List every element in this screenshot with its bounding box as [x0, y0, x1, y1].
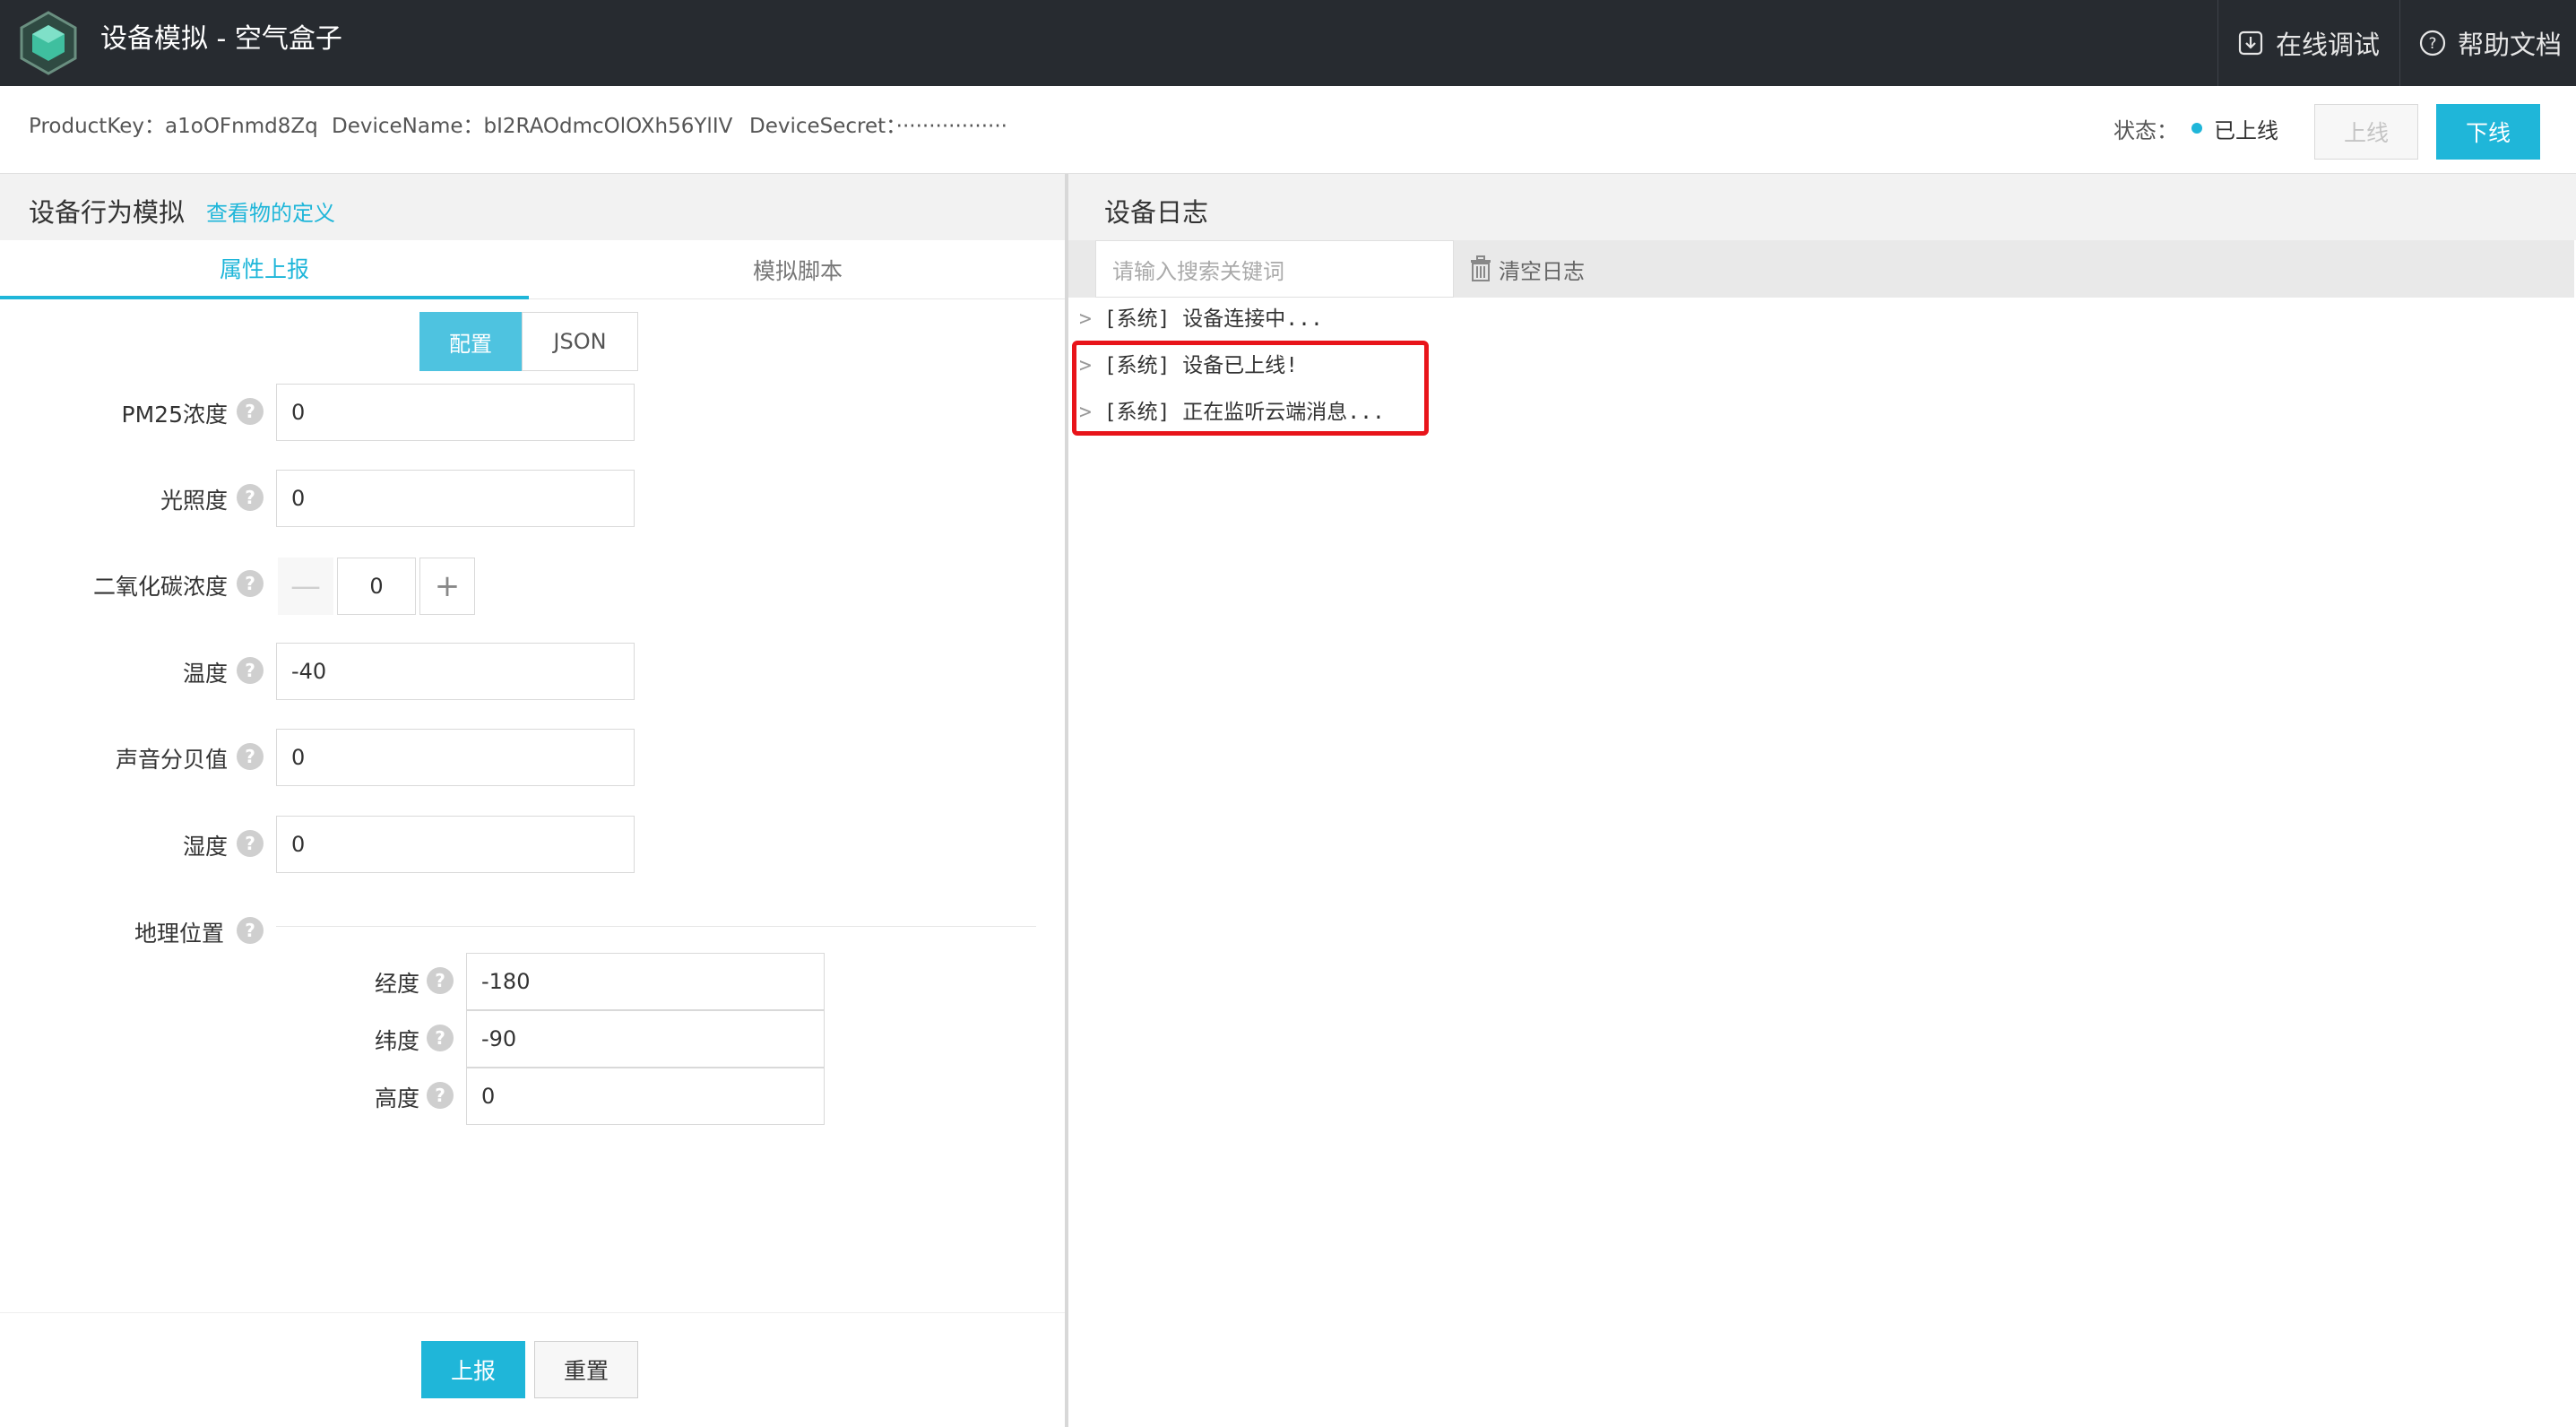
expand-caret-icon[interactable]: >	[1079, 307, 1092, 331]
sound-db-input[interactable]: 0	[276, 729, 635, 786]
trash-icon	[1471, 255, 1491, 281]
co2-stepper-value[interactable]: 0	[337, 558, 416, 615]
latitude-label: 纬度	[374, 1028, 419, 1054]
top-bar: 设备模拟 - 空气盒子 在线调试 ? 帮助文档	[0, 0, 2576, 86]
altitude-input[interactable]: 0	[466, 1068, 825, 1125]
log-line: > [系统] 设备连接中...	[1079, 305, 1323, 333]
geo-location-label: 地理位置	[134, 921, 224, 947]
help-icon[interactable]: ?	[237, 657, 264, 684]
log-header: 设备日志	[1068, 174, 2576, 240]
download-icon	[2238, 30, 2263, 56]
clear-log-button[interactable]: 清空日志	[1468, 240, 1585, 298]
panel-title: 设备行为模拟	[29, 197, 186, 228]
device-name: DeviceName：bI2RAOdmcOlOXh56YlIV	[332, 115, 733, 138]
pm25-input[interactable]: 0	[276, 384, 635, 441]
temperature-label: 温度	[182, 661, 228, 687]
help-icon[interactable]: ?	[427, 1082, 454, 1109]
view-definition-link[interactable]: 查看物的定义	[206, 195, 335, 227]
config-mode-button[interactable]: 配置	[419, 312, 522, 371]
temperature-input[interactable]: -40	[276, 643, 635, 700]
log-title: 设备日志	[1104, 197, 1209, 228]
help-icon[interactable]: ?	[237, 570, 264, 597]
online-debug-label: 在线调试	[2276, 30, 2381, 60]
help-icon[interactable]: ?	[237, 398, 264, 425]
help-circle-icon: ?	[2419, 30, 2446, 56]
help-icon[interactable]: ?	[237, 484, 264, 511]
status-label: 状态：	[2114, 118, 2178, 143]
co2-label: 二氧化碳浓度	[92, 574, 228, 600]
longitude-input[interactable]: -180	[466, 953, 825, 1010]
json-mode-button[interactable]: JSON	[522, 312, 638, 371]
humidity-input[interactable]: 0	[276, 816, 635, 873]
log-search-input[interactable]: 请输入搜索关键词	[1095, 240, 1454, 298]
reset-button[interactable]: 重置	[534, 1341, 638, 1398]
longitude-label: 经度	[374, 971, 419, 997]
product-key: ProductKey：a1oOFnmd8Zq	[29, 115, 318, 138]
humidity-label: 湿度	[182, 834, 228, 860]
device-info-bar: ProductKey：a1oOFnmd8Zq DeviceName：bI2RAO…	[0, 86, 2576, 174]
device-secret: DeviceSecret：·················	[749, 115, 1007, 138]
geo-divider	[276, 926, 1036, 927]
status-value: 已上线	[2214, 118, 2278, 143]
help-icon[interactable]: ?	[237, 830, 264, 857]
illuminance-input[interactable]: 0	[276, 470, 635, 527]
help-icon[interactable]: ?	[237, 917, 264, 944]
app-title: 设备模拟 - 空气盒子	[100, 23, 342, 55]
illuminance-label: 光照度	[160, 488, 228, 514]
report-button[interactable]: 上报	[421, 1341, 525, 1398]
clear-log-label: 清空日志	[1499, 258, 1585, 284]
help-icon[interactable]: ?	[237, 743, 264, 770]
help-icon[interactable]: ?	[427, 1025, 454, 1051]
help-docs-label: 帮助文档	[2458, 30, 2563, 60]
device-log-panel: 设备日志 请输入搜索关键词 清空日志 > [系统] 设备连接中... > [系统…	[1068, 174, 2576, 1427]
altitude-label: 高度	[374, 1085, 419, 1111]
tab-bar: 属性上报 模拟脚本	[0, 240, 1067, 299]
decrement-button[interactable]: —	[278, 558, 333, 615]
pm25-label: PM25浓度	[121, 402, 228, 428]
latitude-input[interactable]: -90	[466, 1010, 825, 1068]
sound-db-label: 声音分贝值	[115, 747, 228, 773]
highlight-annotation	[1072, 341, 1429, 436]
panel-header: 设备行为模拟 查看物的定义	[0, 174, 1067, 240]
behavior-simulation-panel: 设备行为模拟 查看物的定义 属性上报 模拟脚本 配置 JSON PM25浓度 ?…	[0, 174, 1067, 1427]
offline-button[interactable]: 下线	[2436, 104, 2540, 160]
online-button[interactable]: 上线	[2314, 104, 2418, 160]
help-docs-button[interactable]: ? 帮助文档	[2399, 0, 2576, 86]
tab-property-report[interactable]: 属性上报	[0, 240, 529, 299]
help-icon[interactable]: ?	[427, 967, 454, 994]
tab-simulation-script[interactable]: 模拟脚本	[529, 240, 1067, 299]
footer-divider	[0, 1312, 1067, 1313]
logo-icon	[20, 11, 77, 75]
online-debug-button[interactable]: 在线调试	[2217, 0, 2399, 86]
svg-text:?: ?	[2428, 35, 2436, 53]
log-text: [系统] 设备连接中...	[1103, 307, 1323, 331]
increment-button[interactable]: +	[419, 558, 475, 615]
status-dot-icon	[2191, 123, 2202, 134]
